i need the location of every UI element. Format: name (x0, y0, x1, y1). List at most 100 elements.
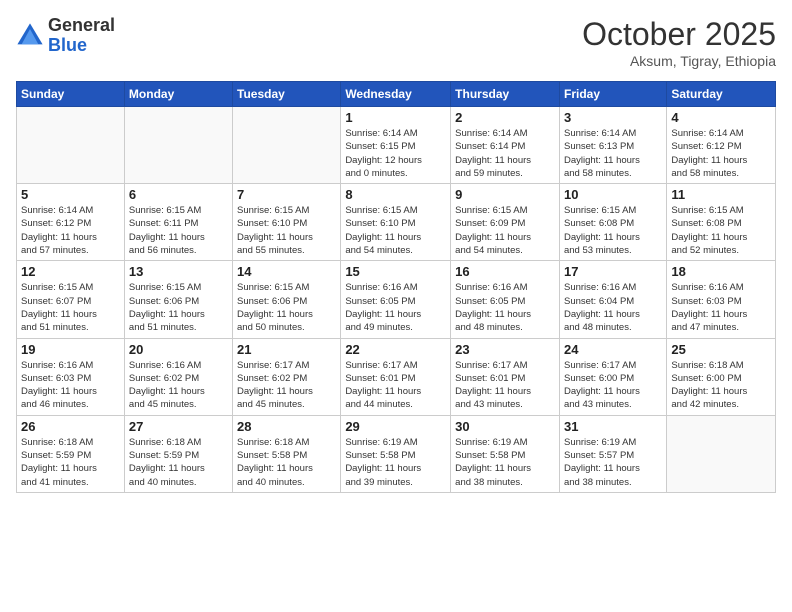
calendar-week-row: 1 Sunrise: 6:14 AMSunset: 6:15 PMDaylight… (17, 107, 776, 184)
day-number: 21 (237, 342, 336, 357)
day-info: Sunrise: 6:14 AMSunset: 6:12 PMDaylight:… (671, 127, 771, 180)
day-number: 7 (237, 187, 336, 202)
day-info: Sunrise: 6:15 AMSunset: 6:10 PMDaylight:… (237, 204, 336, 257)
calendar-header-row: SundayMondayTuesdayWednesdayThursdayFrid… (17, 82, 776, 107)
day-number: 6 (129, 187, 228, 202)
day-info: Sunrise: 6:18 AMSunset: 5:59 PMDaylight:… (129, 436, 228, 489)
location-title: Aksum, Tigray, Ethiopia (582, 53, 776, 69)
weekday-header: Wednesday (341, 82, 451, 107)
weekday-header: Friday (559, 82, 666, 107)
day-info: Sunrise: 6:16 AMSunset: 6:02 PMDaylight:… (129, 359, 228, 412)
calendar-cell: 25Sunrise: 6:18 AMSunset: 6:00 PMDayligh… (667, 338, 776, 415)
calendar-cell: 14 Sunrise: 6:15 AMSunset: 6:06 PMDayligh… (233, 261, 341, 338)
calendar-cell (124, 107, 232, 184)
day-number: 24 (564, 342, 662, 357)
calendar-cell: 12 Sunrise: 6:15 AMSunset: 6:07 PMDayligh… (17, 261, 125, 338)
day-number: 16 (455, 264, 555, 279)
day-number: 28 (237, 419, 336, 434)
calendar-cell: 24 Sunrise: 6:17 AMSunset: 6:00 PMDayligh… (559, 338, 666, 415)
calendar-cell: 26 Sunrise: 6:18 AMSunset: 5:59 PMDayligh… (17, 415, 125, 492)
calendar-cell: 30 Sunrise: 6:19 AMSunset: 5:58 PMDayligh… (451, 415, 560, 492)
calendar-cell: 21Sunrise: 6:17 AMSunset: 6:02 PMDayligh… (233, 338, 341, 415)
calendar-week-row: 26 Sunrise: 6:18 AMSunset: 5:59 PMDayligh… (17, 415, 776, 492)
month-title: October 2025 (582, 16, 776, 53)
calendar-cell: 31Sunrise: 6:19 AMSunset: 5:57 PMDayligh… (559, 415, 666, 492)
calendar-cell: 19 Sunrise: 6:16 AMSunset: 6:03 PMDayligh… (17, 338, 125, 415)
day-info: Sunrise: 6:14 AMSunset: 6:12 PMDaylight:… (21, 204, 120, 257)
calendar-cell: 7 Sunrise: 6:15 AMSunset: 6:10 PMDaylight… (233, 184, 341, 261)
weekday-header: Saturday (667, 82, 776, 107)
weekday-header: Monday (124, 82, 232, 107)
calendar-cell: 28Sunrise: 6:18 AMSunset: 5:58 PMDayligh… (233, 415, 341, 492)
day-info: Sunrise: 6:15 AMSunset: 6:10 PMDaylight:… (345, 204, 446, 257)
day-number: 29 (345, 419, 446, 434)
calendar-week-row: 5 Sunrise: 6:14 AMSunset: 6:12 PMDaylight… (17, 184, 776, 261)
day-number: 31 (564, 419, 662, 434)
day-number: 27 (129, 419, 228, 434)
calendar-cell: 16Sunrise: 6:16 AMSunset: 6:05 PMDayligh… (451, 261, 560, 338)
day-number: 8 (345, 187, 446, 202)
calendar-cell: 20 Sunrise: 6:16 AMSunset: 6:02 PMDayligh… (124, 338, 232, 415)
day-info: Sunrise: 6:15 AMSunset: 6:09 PMDaylight:… (455, 204, 555, 257)
day-info: Sunrise: 6:16 AMSunset: 6:05 PMDaylight:… (345, 281, 446, 334)
day-number: 12 (21, 264, 120, 279)
day-info: Sunrise: 6:15 AMSunset: 6:06 PMDaylight:… (237, 281, 336, 334)
calendar-cell: 27 Sunrise: 6:18 AMSunset: 5:59 PMDayligh… (124, 415, 232, 492)
day-info: Sunrise: 6:15 AMSunset: 6:08 PMDaylight:… (564, 204, 662, 257)
day-number: 10 (564, 187, 662, 202)
day-info: Sunrise: 6:15 AMSunset: 6:08 PMDaylight:… (671, 204, 771, 257)
day-number: 18 (671, 264, 771, 279)
day-info: Sunrise: 6:16 AMSunset: 6:03 PMDaylight:… (671, 281, 771, 334)
day-number: 23 (455, 342, 555, 357)
day-number: 2 (455, 110, 555, 125)
day-number: 22 (345, 342, 446, 357)
day-number: 19 (21, 342, 120, 357)
day-number: 25 (671, 342, 771, 357)
day-info: Sunrise: 6:19 AMSunset: 5:58 PMDaylight:… (455, 436, 555, 489)
day-info: Sunrise: 6:16 AMSunset: 6:03 PMDaylight:… (21, 359, 120, 412)
day-number: 26 (21, 419, 120, 434)
logo-general: General (48, 15, 115, 35)
day-info: Sunrise: 6:18 AMSunset: 5:59 PMDaylight:… (21, 436, 120, 489)
calendar-week-row: 19 Sunrise: 6:16 AMSunset: 6:03 PMDayligh… (17, 338, 776, 415)
calendar-cell: 1 Sunrise: 6:14 AMSunset: 6:15 PMDaylight… (341, 107, 451, 184)
page-header: General Blue October 2025 Aksum, Tigray,… (16, 16, 776, 69)
day-number: 1 (345, 110, 446, 125)
day-info: Sunrise: 6:14 AMSunset: 6:13 PMDaylight:… (564, 127, 662, 180)
logo: General Blue (16, 16, 115, 56)
day-number: 5 (21, 187, 120, 202)
day-number: 13 (129, 264, 228, 279)
day-number: 9 (455, 187, 555, 202)
day-number: 30 (455, 419, 555, 434)
day-info: Sunrise: 6:15 AMSunset: 6:07 PMDaylight:… (21, 281, 120, 334)
calendar-cell: 29 Sunrise: 6:19 AMSunset: 5:58 PMDayligh… (341, 415, 451, 492)
calendar-cell: 10 Sunrise: 6:15 AMSunset: 6:08 PMDayligh… (559, 184, 666, 261)
day-info: Sunrise: 6:19 AMSunset: 5:58 PMDaylight:… (345, 436, 446, 489)
calendar-cell (667, 415, 776, 492)
calendar-cell: 23Sunrise: 6:17 AMSunset: 6:01 PMDayligh… (451, 338, 560, 415)
day-number: 15 (345, 264, 446, 279)
day-number: 17 (564, 264, 662, 279)
calendar-cell: 22Sunrise: 6:17 AMSunset: 6:01 PMDayligh… (341, 338, 451, 415)
calendar-cell (17, 107, 125, 184)
day-info: Sunrise: 6:16 AMSunset: 6:04 PMDaylight:… (564, 281, 662, 334)
calendar-cell: 5 Sunrise: 6:14 AMSunset: 6:12 PMDaylight… (17, 184, 125, 261)
weekday-header: Sunday (17, 82, 125, 107)
calendar-cell: 8 Sunrise: 6:15 AMSunset: 6:10 PMDaylight… (341, 184, 451, 261)
title-block: October 2025 Aksum, Tigray, Ethiopia (582, 16, 776, 69)
day-info: Sunrise: 6:14 AMSunset: 6:15 PMDaylight:… (345, 127, 446, 180)
day-info: Sunrise: 6:15 AMSunset: 6:06 PMDaylight:… (129, 281, 228, 334)
logo-icon (16, 22, 44, 50)
day-info: Sunrise: 6:14 AMSunset: 6:14 PMDaylight:… (455, 127, 555, 180)
calendar-cell: 11 Sunrise: 6:15 AMSunset: 6:08 PMDayligh… (667, 184, 776, 261)
day-info: Sunrise: 6:17 AMSunset: 6:00 PMDaylight:… (564, 359, 662, 412)
day-number: 3 (564, 110, 662, 125)
day-number: 4 (671, 110, 771, 125)
day-number: 20 (129, 342, 228, 357)
logo-blue: Blue (48, 35, 87, 55)
calendar-cell: 6 Sunrise: 6:15 AMSunset: 6:11 PMDaylight… (124, 184, 232, 261)
day-info: Sunrise: 6:15 AMSunset: 6:11 PMDaylight:… (129, 204, 228, 257)
day-number: 14 (237, 264, 336, 279)
day-number: 11 (671, 187, 771, 202)
calendar-cell: 17 Sunrise: 6:16 AMSunset: 6:04 PMDayligh… (559, 261, 666, 338)
